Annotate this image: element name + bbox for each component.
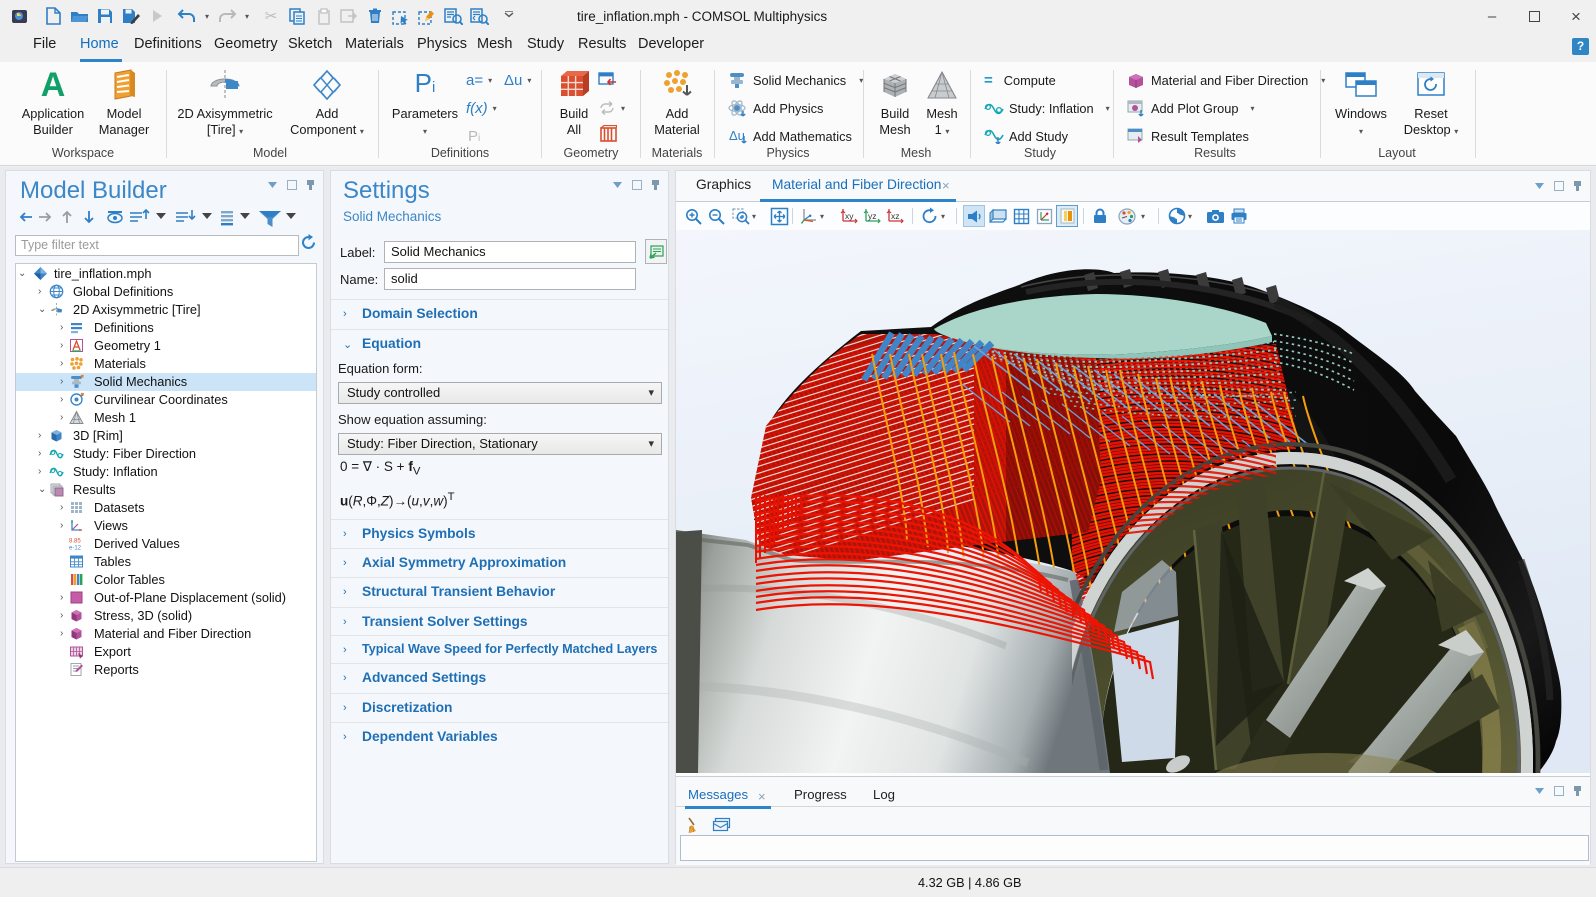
svg-text:e-12: e-12 — [69, 546, 82, 552]
svg-text:8.85: 8.85 — [69, 539, 81, 545]
svg-text:yz: yz — [868, 211, 877, 221]
svg-text:xy: xy — [845, 211, 854, 221]
svg-text:xz: xz — [891, 211, 900, 221]
